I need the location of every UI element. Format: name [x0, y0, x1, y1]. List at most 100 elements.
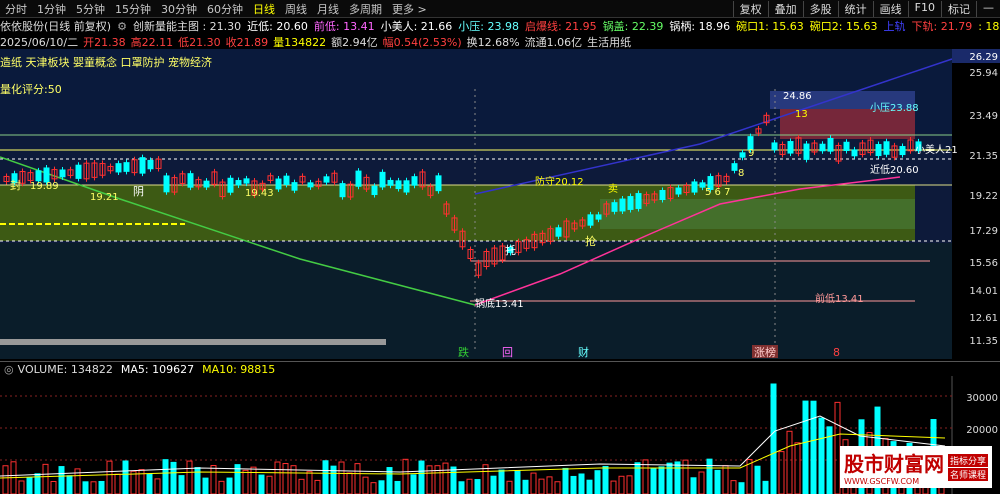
candle[interactable]	[387, 179, 394, 186]
f10-button[interactable]: F10	[907, 0, 941, 17]
volume-bar	[522, 479, 529, 494]
menu-item-15min[interactable]: 15分钟	[110, 1, 156, 17]
candle[interactable]	[555, 227, 562, 237]
minimize-icon[interactable]: —	[976, 0, 1000, 17]
volume-bar	[498, 469, 505, 494]
candle[interactable]	[611, 202, 618, 212]
candle[interactable]	[627, 196, 634, 210]
candle[interactable]	[163, 175, 170, 193]
candle[interactable]	[619, 198, 626, 212]
draw-line-button[interactable]: 画线	[872, 0, 908, 17]
candle[interactable]	[283, 175, 290, 185]
candle[interactable]	[307, 182, 314, 188]
price-axis-label: 14.01	[969, 286, 998, 297]
candle[interactable]	[739, 152, 746, 158]
volume-bar	[450, 466, 457, 494]
menu-item-60min[interactable]: 60分钟	[202, 1, 248, 17]
ohlc-info-line: 2025/06/10/二 开21.38 高22.11 低21.30 收21.89…	[0, 34, 1000, 49]
candle[interactable]	[115, 163, 122, 173]
volume-bar	[66, 475, 73, 494]
label-price-1943: 19.43	[245, 188, 274, 199]
candle[interactable]	[147, 159, 154, 170]
candle[interactable]	[675, 187, 682, 195]
candle[interactable]	[659, 189, 666, 201]
restore-rights-button[interactable]: 复权	[732, 0, 768, 17]
candle[interactable]	[899, 146, 906, 156]
candle[interactable]	[355, 170, 362, 187]
candle[interactable]	[275, 178, 282, 190]
candle[interactable]	[595, 214, 602, 220]
candle[interactable]	[43, 167, 50, 183]
candle[interactable]	[851, 149, 858, 157]
statistics-button[interactable]: 统计	[837, 0, 873, 17]
candle[interactable]	[771, 142, 778, 151]
candle[interactable]	[843, 141, 850, 152]
volume-bar	[570, 475, 577, 494]
candle[interactable]	[59, 169, 66, 178]
candle[interactable]	[227, 177, 234, 193]
indicator-stock-name[interactable]: 依依股份(日线 前复权)	[0, 18, 111, 34]
overlay-button[interactable]: 叠加	[767, 0, 803, 17]
candle[interactable]	[291, 182, 298, 191]
candle[interactable]	[691, 181, 698, 193]
candle[interactable]	[339, 183, 346, 198]
candle[interactable]	[235, 180, 242, 186]
volume-bar	[650, 468, 657, 494]
volume-bar	[770, 383, 777, 494]
label-eight: 8	[738, 168, 744, 179]
candle[interactable]	[435, 175, 442, 192]
watermark-url: WWW.GSCFW.COM	[843, 477, 920, 486]
candle[interactable]	[379, 171, 386, 188]
candle[interactable]	[187, 173, 194, 188]
candle[interactable]	[411, 176, 418, 186]
indicator-values-line: 依依股份(日线 前复权) ⚙ 创新量能主图 : 21.30 近低: 20.60 …	[0, 18, 1000, 34]
menu-item-daily[interactable]: 日线	[248, 1, 280, 17]
candle[interactable]	[371, 185, 378, 196]
volume-bar	[714, 469, 721, 494]
candle[interactable]	[403, 180, 410, 193]
scroll-bar[interactable]	[0, 339, 386, 345]
candle[interactable]	[243, 178, 250, 184]
price-axis-label: 21.35	[969, 151, 998, 162]
info-date: 2025/06/10/二	[0, 35, 79, 49]
volume-bar	[146, 473, 153, 494]
candle[interactable]	[635, 193, 642, 209]
candle[interactable]	[731, 163, 738, 171]
candle[interactable]	[827, 137, 834, 152]
candle[interactable]	[587, 214, 594, 226]
label-qiang: 抢	[585, 234, 596, 248]
candle[interactable]	[203, 180, 210, 188]
candle[interactable]	[139, 157, 146, 174]
candle[interactable]	[35, 170, 42, 182]
candle[interactable]	[883, 141, 890, 155]
volume-bar	[762, 480, 769, 494]
volume-bar	[178, 475, 185, 494]
menu-item-30min[interactable]: 30分钟	[156, 1, 202, 17]
info-open: 开21.38	[83, 35, 126, 49]
menu-item-fenshi[interactable]: 分时	[0, 1, 32, 17]
candle[interactable]	[395, 180, 402, 190]
candle[interactable]	[123, 162, 130, 172]
volume-bar	[754, 465, 761, 494]
volume-bar	[474, 479, 481, 494]
volume-menu-icon[interactable]: ◎	[4, 363, 14, 376]
menu-item-5min[interactable]: 5分钟	[71, 1, 110, 17]
indicator-main: 创新量能主图 : 21.30	[132, 20, 242, 33]
menu-item-more[interactable]: 更多 >	[387, 1, 432, 17]
candle[interactable]	[875, 144, 882, 157]
menu-item-multi-period[interactable]: 多周期	[344, 1, 387, 17]
volume-bar	[458, 481, 465, 494]
multi-stock-button[interactable]: 多股	[802, 0, 838, 17]
candle[interactable]	[787, 141, 794, 154]
menu-item-monthly[interactable]: 月线	[312, 1, 344, 17]
candle[interactable]	[75, 164, 82, 179]
mark-button[interactable]: 标记	[941, 0, 976, 17]
volume-bar	[706, 458, 713, 494]
candle[interactable]	[819, 143, 826, 152]
label-mai: 卖	[608, 183, 618, 195]
candle[interactable]	[323, 176, 330, 183]
candle[interactable]	[803, 143, 810, 160]
menu-item-weekly[interactable]: 周线	[280, 1, 312, 17]
gear-icon[interactable]: ⚙	[117, 20, 127, 33]
menu-item-1min[interactable]: 1分钟	[32, 1, 71, 17]
